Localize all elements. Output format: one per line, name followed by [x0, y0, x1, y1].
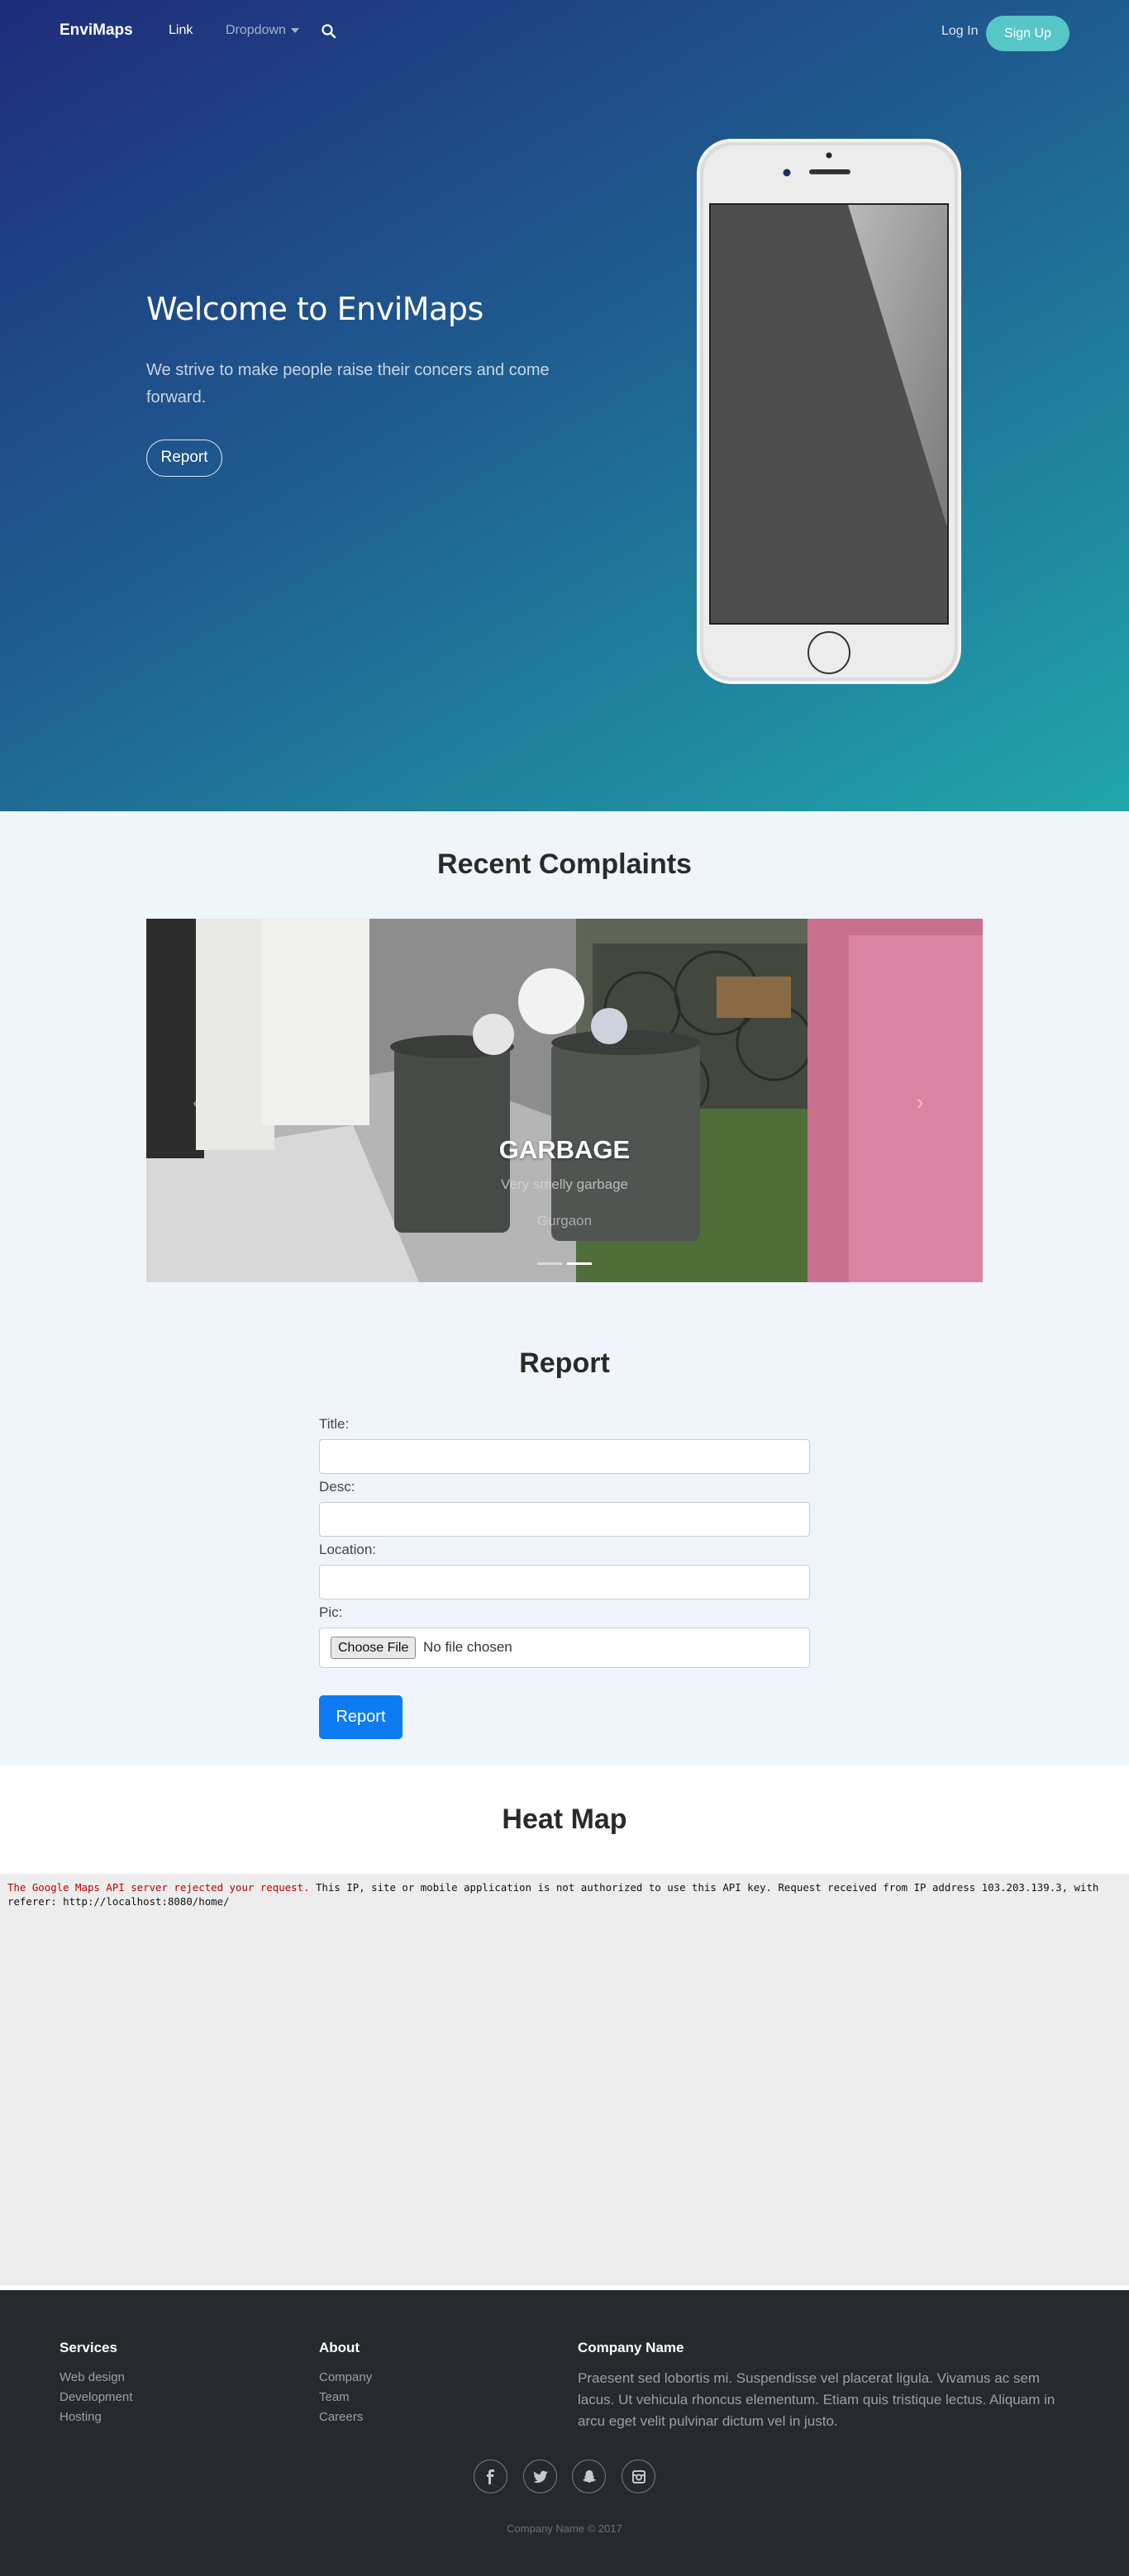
map-container[interactable]: The Google Maps API server rejected your…: [0, 1874, 1129, 2285]
location-input[interactable]: [319, 1565, 810, 1599]
report-title: Report: [519, 1347, 610, 1379]
title-input[interactable]: [319, 1439, 810, 1474]
signup-button[interactable]: Sign Up: [986, 16, 1069, 51]
login-link[interactable]: Log In: [941, 24, 978, 39]
footer-company: Company Name Praesent sed lobortis mi. S…: [578, 2340, 1070, 2432]
heatmap-title: Heat Map: [502, 1804, 627, 1835]
hero-text: We strive to make people raise their con…: [146, 361, 550, 406]
carousel-indicators: [146, 1254, 983, 1269]
carousel-indicator-active[interactable]: [567, 1262, 592, 1265]
social-links: [0, 2460, 1129, 2493]
map-error-message: The Google Maps API server rejected your…: [7, 1880, 1107, 1908]
nav-dropdown-label: Dropdown: [226, 23, 286, 37]
recent-complaints-title: Recent Complaints: [437, 848, 692, 880]
choose-file-button[interactable]: Choose File: [331, 1637, 417, 1659]
footer-company-title: Company Name: [578, 2340, 684, 2355]
desc-input[interactable]: [319, 1502, 810, 1537]
location-label: Location:: [319, 1542, 376, 1557]
footer-company-text: Praesent sed lobortis mi. Suspendisse ve…: [578, 2370, 1055, 2429]
map-error-lead: The Google Maps API server rejected your…: [7, 1881, 310, 1894]
complaints-carousel[interactable]: ‹ › GARBAGE Very smelly garbage Gurgaon: [146, 919, 983, 1282]
pic-file-input[interactable]: Choose File No file chosen: [319, 1628, 810, 1668]
footer-services-title: Services: [60, 2340, 117, 2355]
report-submit-button[interactable]: Report: [319, 1695, 403, 1739]
facebook-icon[interactable]: [474, 2460, 508, 2493]
footer-link[interactable]: Careers: [319, 2407, 372, 2427]
pic-label: Pic:: [319, 1604, 343, 1620]
carousel-indicator[interactable]: [537, 1262, 562, 1265]
carousel-next-icon[interactable]: ›: [917, 1090, 924, 1115]
footer-link[interactable]: Team: [319, 2388, 372, 2407]
report-form: Title: Desc: Location: Pic: Choose File …: [319, 1416, 810, 1668]
slide-location: Gurgaon: [536, 1213, 593, 1229]
nav-dropdown[interactable]: Dropdown: [226, 23, 299, 38]
footer-about: About Company Team Careers: [319, 2340, 372, 2427]
footer-about-title: About: [319, 2340, 360, 2355]
nav-link[interactable]: Link: [169, 23, 193, 38]
desc-label: Desc:: [319, 1479, 355, 1495]
caret-down-icon: [290, 27, 299, 33]
hero-title: Welcome to EnviMaps: [146, 291, 484, 327]
hero-section: EnviMaps Link Dropdown Log In Sign Up We…: [0, 0, 1129, 811]
footer-link[interactable]: Development: [60, 2388, 132, 2407]
footer-link[interactable]: Web design: [60, 2368, 132, 2388]
footer: Services Web design Development Hosting …: [0, 2285, 1129, 2576]
twitter-icon[interactable]: [522, 2460, 557, 2493]
file-status: No file chosen: [423, 1639, 512, 1655]
hero-report-button[interactable]: Report: [146, 440, 222, 477]
carousel-prev-icon[interactable]: ‹: [193, 1090, 200, 1115]
slide-title: GARBAGE: [498, 1135, 631, 1164]
instagram-icon[interactable]: [621, 2460, 655, 2493]
title-label: Title:: [319, 1416, 350, 1432]
brand-logo[interactable]: EnviMaps: [60, 21, 133, 40]
footer-link[interactable]: Hosting: [60, 2407, 132, 2427]
footer-link[interactable]: Company: [319, 2368, 372, 2388]
footer-services: Services Web design Development Hosting: [60, 2340, 132, 2427]
slide-description: Very smelly garbage: [500, 1176, 629, 1192]
search-icon[interactable]: [321, 23, 337, 40]
snapchat-icon[interactable]: [572, 2460, 607, 2493]
phone-illustration: [697, 139, 961, 684]
navbar: EnviMaps Link Dropdown Log In Sign Up: [0, 0, 1129, 66]
copyright: Company Name © 2017: [507, 2522, 622, 2535]
